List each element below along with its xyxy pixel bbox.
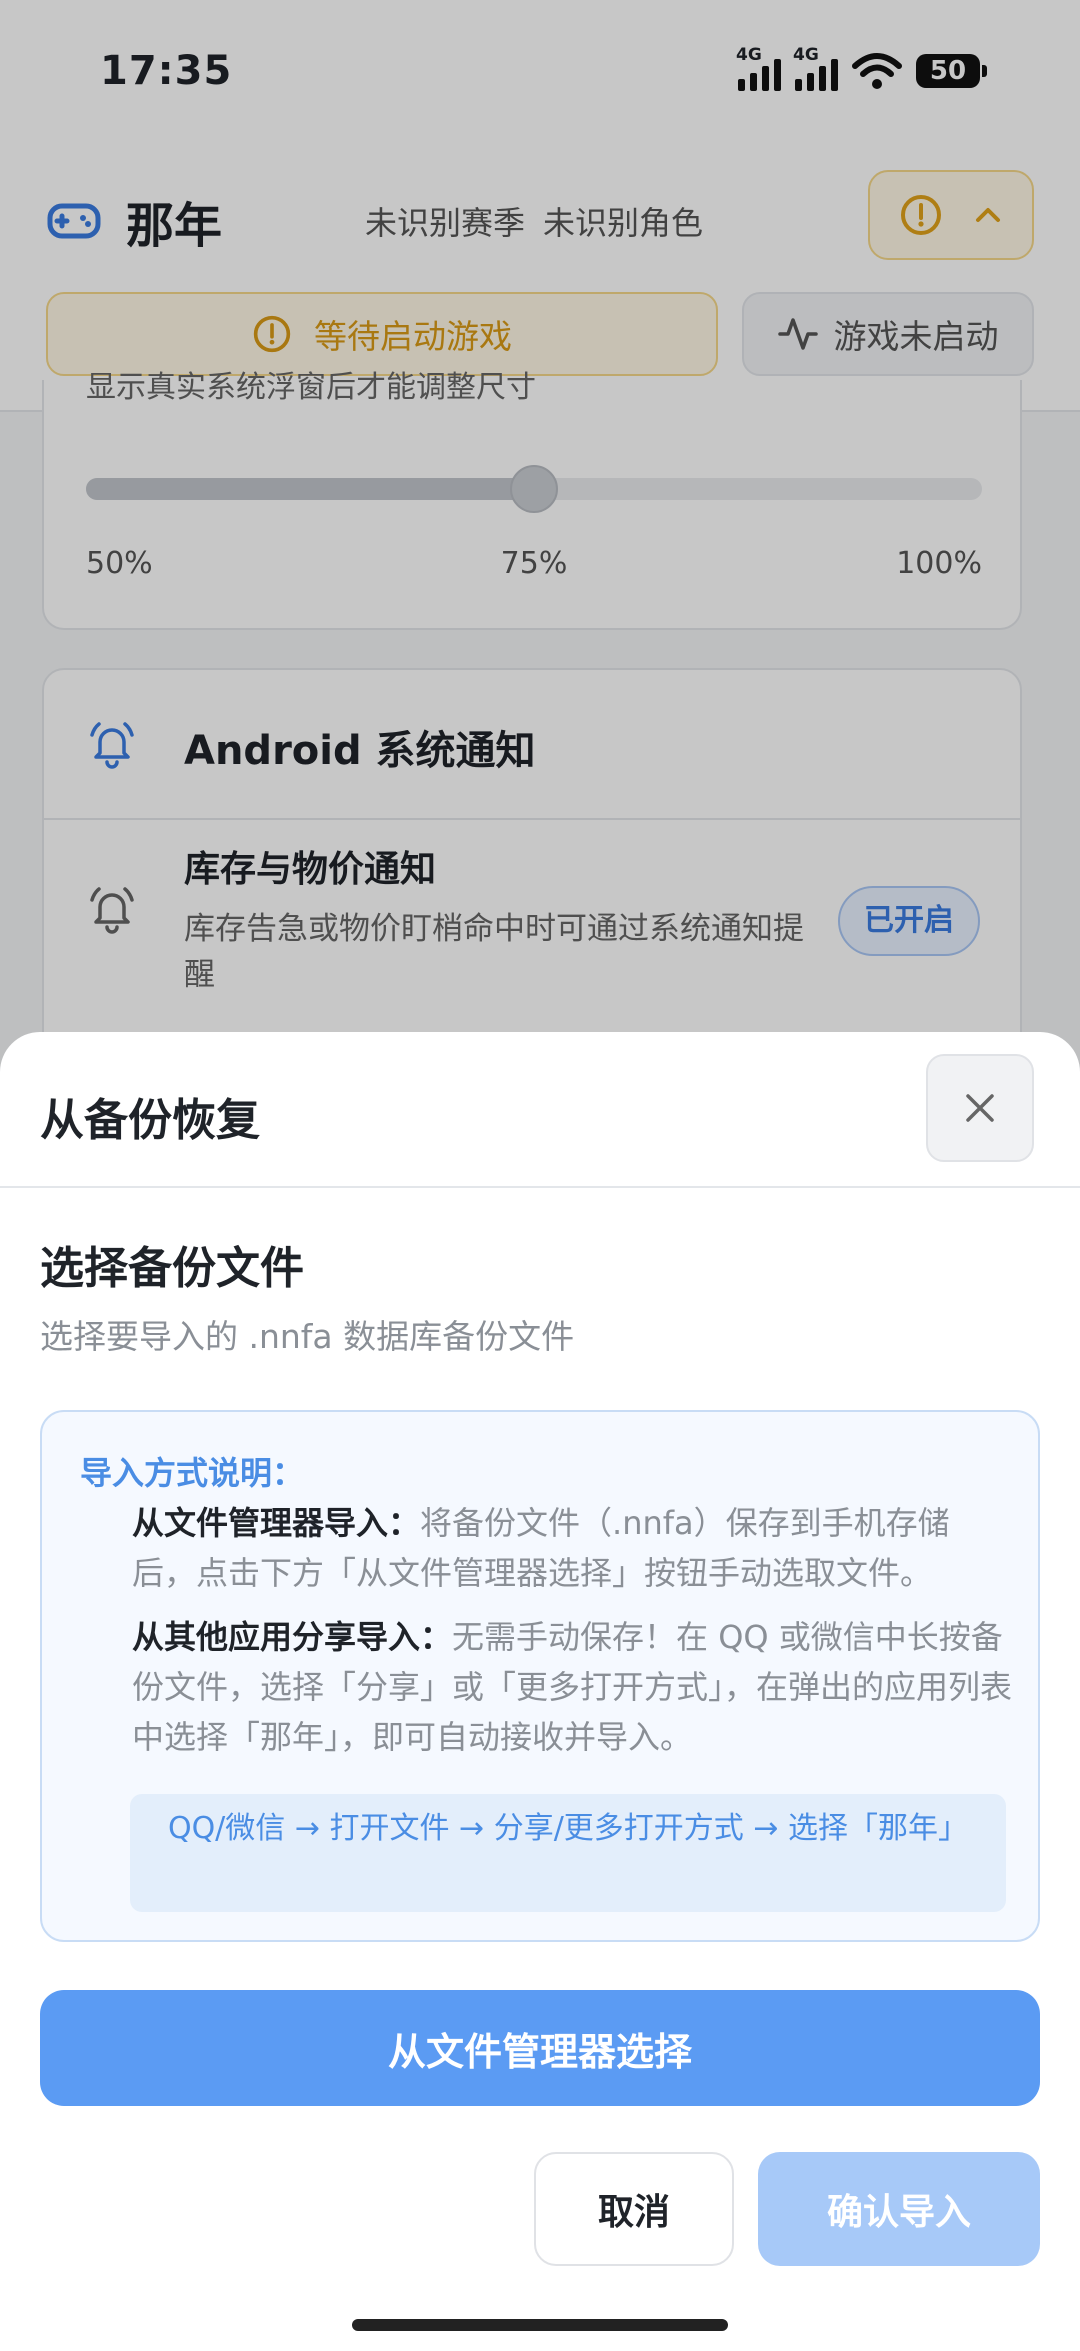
section-subtitle: 选择要导入的 .nnfa 数据库备份文件 (40, 1317, 575, 1356)
file-manager-import-label: 从文件管理器导入： (132, 1504, 421, 1542)
share-import-note: 从其他应用分享导入：无需手动保存！在 QQ 或微信中长按备份文件，选择「分享」或… (132, 1612, 1012, 1762)
cancel-button[interactable]: 取消 (534, 2152, 734, 2266)
section-title: 选择备份文件 (40, 1243, 304, 1294)
instructions-heading: 导入方式说明： (80, 1454, 305, 1492)
confirm-import-button[interactable]: 确认导入 (758, 2152, 1040, 2266)
home-indicator[interactable] (352, 2319, 728, 2331)
sheet-title: 从备份恢复 (40, 1095, 260, 1146)
share-import-label: 从其他应用分享导入： (132, 1618, 453, 1656)
close-button[interactable] (926, 1054, 1034, 1162)
sheet-divider (0, 1186, 1080, 1188)
choose-from-file-manager-button[interactable]: 从文件管理器选择 (40, 1990, 1040, 2106)
restore-backup-sheet: 从备份恢复 选择备份文件 选择要导入的 .nnfa 数据库备份文件 导入方式说明… (0, 1032, 1080, 2351)
share-flow-hint: QQ/微信 → 打开文件 → 分享/更多打开方式 → 选择「那年」 (130, 1794, 1006, 1912)
file-manager-import-note: 从文件管理器导入：将备份文件（.nnfa）保存到手机存储后，点击下方「从文件管理… (132, 1498, 1012, 1598)
close-icon (966, 1094, 994, 1122)
import-instructions-box: 导入方式说明： 从文件管理器导入：将备份文件（.nnfa）保存到手机存储后，点击… (40, 1410, 1040, 1942)
